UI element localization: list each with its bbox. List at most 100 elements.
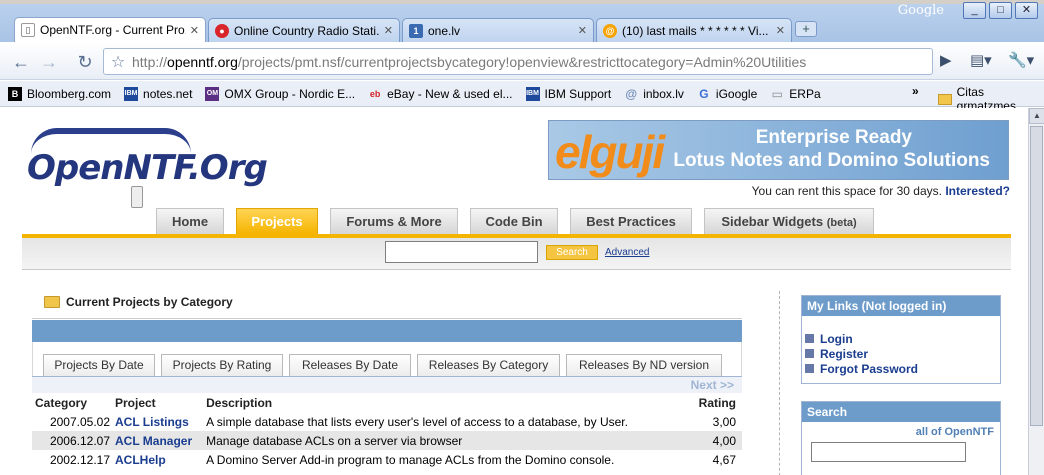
- forward-arrow-icon[interactable]: →: [38, 51, 60, 73]
- scroll-thumb[interactable]: [1030, 126, 1043, 426]
- row-rating: 4,00: [672, 431, 742, 450]
- browser-tab-mail[interactable]: @ (10) last mails * * * * * * Vi... ✕: [596, 18, 792, 42]
- tab-projects-by-date[interactable]: Projects By Date: [43, 354, 155, 376]
- site-search-input[interactable]: [385, 241, 538, 263]
- nav-home[interactable]: Home: [156, 208, 224, 234]
- project-link[interactable]: ACL Manager: [115, 434, 192, 448]
- scroll-up-icon[interactable]: ▲: [1029, 108, 1044, 124]
- window-controls: _ □ ✕: [963, 2, 1038, 19]
- close-icon[interactable]: ✕: [578, 24, 587, 37]
- nav-best-practices[interactable]: Best Practices: [570, 208, 692, 234]
- sidebar-search-input[interactable]: [811, 442, 966, 462]
- column-header[interactable]: Description: [203, 393, 672, 412]
- my-links-list: Login Register Forgot Password: [802, 316, 1000, 376]
- bookmark-omx[interactable]: OM OMX Group - Nordic E...: [205, 86, 355, 101]
- login-link[interactable]: Login: [805, 331, 1000, 346]
- close-window-button[interactable]: ✕: [1015, 2, 1038, 19]
- site-search-bar: Search Advanced: [22, 238, 1011, 270]
- row-rating: 3,00: [712, 414, 736, 429]
- openntf-logo[interactable]: OpenNTF.Org: [27, 126, 268, 208]
- column-header[interactable]: Category: [32, 393, 112, 412]
- row-date: 2006.12.07: [32, 431, 112, 450]
- close-icon[interactable]: ✕: [190, 24, 199, 37]
- interested-link[interactable]: Interested?: [945, 184, 1010, 198]
- search-scope-link[interactable]: all of OpenNTF: [802, 422, 1000, 442]
- advanced-search-link[interactable]: Advanced: [605, 247, 649, 258]
- bookmark-erpa[interactable]: ▭ ERPa: [770, 87, 821, 101]
- nav-label: Sidebar Widgets: [721, 214, 824, 229]
- tab-releases-by-date[interactable]: Releases By Date: [289, 354, 411, 376]
- ad-banner[interactable]: elguji Enterprise Ready Lotus Notes and …: [548, 120, 1009, 180]
- radio-icon: ●: [215, 23, 229, 38]
- browser-tabstrip: Google _ □ ✕ ▯ OpenNTF.org - Current Pro…: [0, 0, 1044, 42]
- view-tabs: Projects By Date Projects By Rating Rele…: [32, 342, 742, 376]
- url-text: http://openntf.org/projects/pmt.nsf/curr…: [132, 53, 807, 70]
- igoogle-icon: G: [699, 86, 709, 101]
- rent-notice: You can rent this space for 30 days. Int…: [752, 184, 1010, 198]
- bookmark-label: eBay - New & used el...: [387, 86, 513, 101]
- bookmark-ibm-support[interactable]: IBM IBM Support: [525, 86, 612, 101]
- bookmark-label: IBM Support: [544, 86, 612, 101]
- close-icon[interactable]: ✕: [776, 24, 785, 37]
- bookmark-notes-net[interactable]: IBM notes.net: [124, 86, 193, 101]
- project-link[interactable]: ACL Listings: [115, 415, 189, 429]
- column-header[interactable]: Project: [112, 393, 203, 412]
- bookmarks-bar: B Bloomberg.com IBM notes.net OM OMX Gro…: [0, 81, 1044, 113]
- tab-title: (10) last mails * * * * * * Vi...: [622, 23, 769, 38]
- go-icon[interactable]: ▶: [940, 51, 952, 69]
- wrench-menu-icon[interactable]: 🔧▾: [1008, 51, 1034, 69]
- next-link[interactable]: Next >>: [691, 378, 734, 392]
- bookmarks-overflow-button[interactable]: »: [912, 84, 919, 98]
- nav-projects[interactable]: Projects: [236, 208, 318, 234]
- row-project: ACL Manager: [112, 431, 204, 450]
- bookmark-ebay[interactable]: eb eBay - New & used el...: [368, 86, 513, 101]
- row-project: ACL Listings: [112, 412, 203, 431]
- project-link[interactable]: ACLHelp: [115, 453, 166, 467]
- my-links-box: My Links (Not logged in) Login Register …: [801, 295, 1001, 384]
- column-header[interactable]: Rating: [672, 393, 742, 412]
- bookmark-label: iGoogle: [715, 86, 758, 101]
- browser-tab-radio[interactable]: ● Online Country Radio Stati... ✕: [208, 18, 400, 42]
- row-description: A simple database that lists every user'…: [206, 414, 628, 429]
- tab-releases-by-nd-version[interactable]: Releases By ND version: [566, 354, 722, 376]
- inbox-icon: @: [625, 86, 638, 101]
- star-icon[interactable]: ☆: [104, 52, 132, 72]
- row-description: Manage database ACLs on a server via bro…: [203, 431, 672, 450]
- browser-tab-one-lv[interactable]: 1 one.lv ✕: [402, 18, 594, 42]
- tab-releases-by-category[interactable]: Releases By Category: [417, 354, 560, 376]
- register-link[interactable]: Register: [805, 346, 1000, 361]
- omx-icon: OM: [205, 86, 220, 101]
- page-icon: ▯: [21, 23, 35, 37]
- link-label: Register: [820, 346, 869, 361]
- link-label: Forgot Password: [820, 361, 919, 376]
- back-arrow-icon[interactable]: ←: [10, 51, 32, 73]
- bookmark-label: Bloomberg.com: [27, 86, 112, 101]
- new-tab-button[interactable]: +: [795, 21, 817, 37]
- search-button[interactable]: Search: [546, 245, 598, 260]
- page-menu-icon[interactable]: ▤▾: [970, 51, 992, 69]
- forgot-password-link[interactable]: Forgot Password: [805, 361, 1000, 376]
- minimize-button[interactable]: _: [963, 2, 986, 19]
- my-links-title: My Links (Not logged in): [802, 296, 1000, 316]
- bookmark-bloomberg[interactable]: B Bloomberg.com: [8, 86, 112, 101]
- browser-tab-openntf[interactable]: ▯ OpenNTF.org - Current Pro... ✕: [14, 17, 206, 42]
- bookmark-inbox[interactable]: @ inbox.lv: [624, 87, 684, 101]
- nav-sidebar-widgets[interactable]: Sidebar Widgets (beta): [704, 208, 874, 234]
- bookmark-igoogle[interactable]: G iGoogle: [697, 87, 757, 101]
- bullet-icon: [805, 334, 814, 343]
- address-bar[interactable]: ☆ http://openntf.org/projects/pmt.nsf/cu…: [103, 48, 933, 75]
- vertical-scrollbar[interactable]: ▲: [1028, 108, 1044, 475]
- bullet-icon: [805, 364, 814, 373]
- maximize-button[interactable]: □: [989, 2, 1012, 19]
- nav-code-bin[interactable]: Code Bin: [470, 208, 558, 234]
- ibm-icon: IBM: [525, 86, 540, 101]
- nav-forums[interactable]: Forums & More: [330, 208, 458, 234]
- table-row: 2006.12.07 ACL Manager Manage database A…: [32, 431, 742, 450]
- divider: [32, 318, 742, 319]
- tab-projects-by-rating[interactable]: Projects By Rating: [161, 354, 283, 376]
- close-icon[interactable]: ✕: [384, 24, 393, 37]
- reload-icon[interactable]: ↻: [74, 51, 96, 73]
- search-box: Search all of OpenNTF: [801, 401, 1001, 475]
- mail-icon: @: [603, 23, 617, 38]
- bookmark-label: notes.net: [143, 86, 193, 101]
